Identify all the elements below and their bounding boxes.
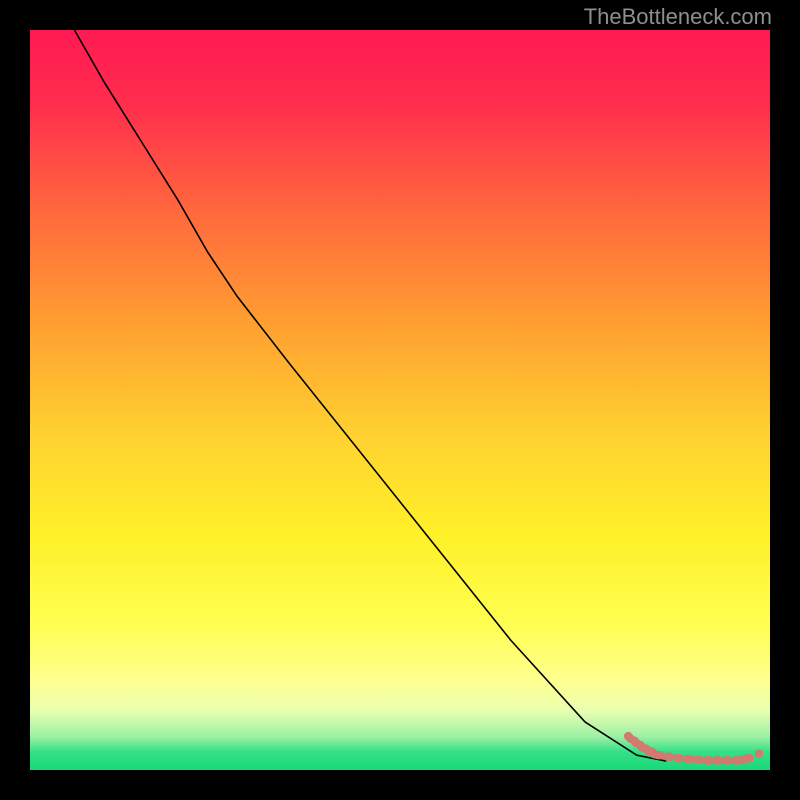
marker-dash (663, 752, 674, 760)
watermark-label: TheBottleneck.com (584, 4, 772, 30)
marker-dash (722, 756, 733, 764)
marker-dash (702, 756, 713, 764)
plot-area (30, 30, 770, 770)
marker-dash (693, 755, 704, 763)
chart-frame: TheBottleneck.com (0, 0, 800, 800)
marker-dash (673, 754, 684, 762)
marker-dot (755, 750, 763, 758)
chart-svg (30, 30, 770, 770)
marker-dash (743, 754, 754, 762)
marker-dash (712, 756, 723, 764)
marker-dash (654, 751, 665, 759)
marker-dash (683, 755, 694, 763)
